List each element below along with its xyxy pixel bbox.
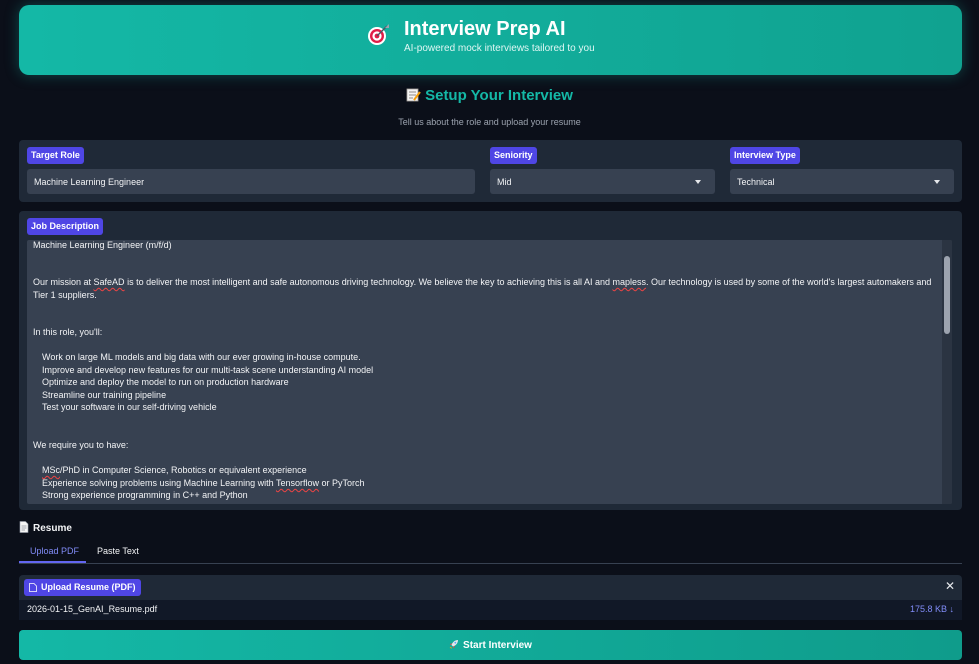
file-icon: [29, 583, 37, 592]
target-role-label: Target Role: [27, 147, 84, 164]
jd-text-line: Streamline our training pipeline: [42, 390, 167, 400]
upload-resume-label: Upload Resume (PDF): [24, 579, 141, 596]
setup-heading: Setup Your Interview: [0, 87, 979, 104]
uploaded-file-row: [19, 600, 962, 620]
tab-divider: [19, 563, 962, 564]
app-subtitle: AI-powered mock interviews tailored to y…: [404, 43, 595, 54]
jd-text-line: Strong experience programming in C++ and…: [42, 490, 248, 500]
chevron-down-icon: [934, 180, 940, 184]
app-title: Interview Prep AI: [404, 18, 566, 40]
start-interview-label: Start Interview: [463, 640, 532, 651]
uploaded-file-name[interactable]: 2026-01-15_GenAI_Resume.pdf: [27, 604, 157, 614]
resume-title-text: Resume: [33, 523, 72, 534]
target-icon: [368, 24, 389, 45]
chevron-down-icon: [695, 180, 701, 184]
memo-icon: [406, 88, 421, 102]
upload-resume-label-text: Upload Resume (PDF): [41, 582, 136, 592]
target-role-input[interactable]: Machine Learning Engineer: [27, 169, 475, 194]
page-icon: [19, 521, 29, 533]
start-interview-button[interactable]: Start Interview: [19, 630, 962, 660]
seniority-select[interactable]: Mid: [490, 169, 715, 194]
close-icon[interactable]: ✕: [945, 579, 955, 593]
jd-text-line: Machine Learning Engineer (m/f/d): [33, 240, 172, 250]
resume-heading: Resume: [19, 521, 72, 534]
seniority-value: Mid: [497, 177, 512, 187]
jd-text-line: Optimize and deploy the model to run on …: [42, 377, 289, 387]
setup-title-text: Setup Your Interview: [425, 87, 573, 104]
tab-upload-pdf[interactable]: Upload PDF: [30, 546, 79, 556]
jd-text-line: Test your software in our self-driving v…: [42, 402, 217, 412]
interview-type-select[interactable]: Technical: [730, 169, 954, 194]
scrollbar-thumb[interactable]: [944, 256, 950, 334]
jd-text-line: Work on large ML models and big data wit…: [42, 352, 361, 362]
seniority-label: Seniority: [490, 147, 537, 164]
jd-text-line: In this role, you'll:: [33, 327, 103, 337]
jd-text-line: Our mission at SafeAD is to deliver the …: [33, 277, 932, 287]
uploaded-file-size-download[interactable]: 175.8 KB ↓: [910, 604, 954, 614]
setup-subtitle: Tell us about the role and upload your r…: [398, 117, 581, 127]
rocket-icon: [449, 640, 459, 649]
jd-text-line: Tier 1 suppliers.: [33, 290, 97, 300]
interview-type-label: Interview Type: [730, 147, 800, 164]
job-description-label: Job Description: [27, 218, 104, 235]
active-tab-indicator: [19, 561, 86, 563]
job-description-textarea[interactable]: Machine Learning Engineer (m/f/d) Our mi…: [27, 240, 952, 504]
jd-text-line: Improve and develop new features for our…: [42, 365, 374, 375]
tab-paste-text[interactable]: Paste Text: [97, 546, 139, 556]
jd-text-line: Experience solving problems using Machin…: [42, 478, 365, 488]
interview-type-value: Technical: [737, 177, 775, 187]
jd-text-line: MSc/PhD in Computer Science, Robotics or…: [42, 465, 307, 475]
jd-text-line: We require you to have:: [33, 440, 129, 450]
